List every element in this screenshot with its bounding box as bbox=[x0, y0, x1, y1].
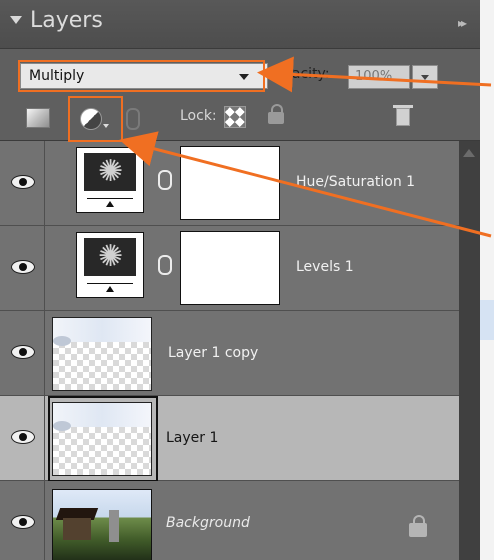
layer-name: Layer 1 copy bbox=[168, 345, 259, 361]
eye-icon[interactable] bbox=[11, 515, 35, 529]
scroll-up-icon[interactable] bbox=[463, 149, 475, 157]
trash-icon[interactable] bbox=[393, 105, 413, 126]
layer-name: Hue/Saturation 1 bbox=[296, 174, 416, 190]
opacity-field[interactable]: 100% bbox=[348, 65, 410, 89]
lock-icon bbox=[409, 515, 427, 537]
adjustment-thumbnail: ✺ bbox=[76, 232, 144, 298]
layers-panel-screenshot: Layers ▸▸ Multiply Opacity: 100% Lock: ✺… bbox=[0, 0, 494, 560]
chain-link-icon[interactable] bbox=[158, 170, 172, 190]
cloud-shade bbox=[53, 421, 71, 431]
annotation-box-adjustment-button bbox=[68, 96, 123, 142]
lock-transparent-icon[interactable] bbox=[224, 106, 246, 128]
layer-row-layer-1-copy[interactable]: Layer 1 copy bbox=[0, 311, 459, 396]
eye-icon[interactable] bbox=[11, 260, 35, 274]
lock-all-icon[interactable] bbox=[268, 104, 284, 124]
eye-icon[interactable] bbox=[11, 175, 35, 189]
slider-line bbox=[87, 198, 133, 199]
background-canvas-strip bbox=[480, 0, 494, 560]
layers-list: ✺ Hue/Saturation 1 ✺ Levels 1 Layer 1 co… bbox=[0, 141, 459, 560]
panel-titlebar: Layers ▸▸ bbox=[0, 0, 480, 49]
slider-line bbox=[87, 283, 133, 284]
gear-icon: ✺ bbox=[84, 153, 136, 191]
lock-label: Lock: bbox=[180, 108, 217, 124]
collapse-triangle-icon[interactable] bbox=[10, 16, 22, 24]
adjustment-thumbnail: ✺ bbox=[76, 147, 144, 213]
layer-row-layer-1[interactable]: Layer 1 bbox=[0, 396, 459, 482]
annotation-box-blend-mode bbox=[18, 60, 265, 92]
visibility-cell bbox=[0, 396, 45, 480]
eye-icon[interactable] bbox=[11, 430, 35, 444]
layer-name: Background bbox=[166, 515, 250, 531]
slider-marker bbox=[106, 286, 114, 292]
layer-name: Levels 1 bbox=[296, 259, 354, 275]
panel-menu-icon[interactable]: ▸▸ bbox=[458, 16, 467, 30]
layer-mask-thumbnail bbox=[180, 231, 280, 305]
layer-name: Layer 1 bbox=[166, 430, 219, 446]
canvas-highlight-strip bbox=[480, 300, 494, 340]
layer-row-background[interactable]: Background bbox=[0, 481, 459, 560]
visibility-cell bbox=[0, 481, 45, 560]
layer-thumbnail bbox=[52, 402, 152, 476]
opacity-label: Opacity: bbox=[272, 66, 330, 82]
cloud-shade bbox=[53, 336, 71, 346]
gear-icon: ✺ bbox=[84, 238, 136, 276]
slider-marker bbox=[106, 201, 114, 207]
layer-mask-thumbnail bbox=[180, 146, 280, 220]
layer-thumbnail bbox=[52, 317, 152, 391]
visibility-cell bbox=[0, 226, 45, 310]
eye-icon[interactable] bbox=[11, 345, 35, 359]
new-layer-icon[interactable] bbox=[26, 108, 50, 128]
house-shape bbox=[63, 518, 91, 540]
link-icon[interactable] bbox=[126, 108, 140, 130]
background-thumbnail bbox=[52, 489, 152, 560]
layer-row-levels[interactable]: ✺ Levels 1 bbox=[0, 226, 459, 311]
panel-title: Layers bbox=[30, 8, 103, 33]
opacity-value: 100% bbox=[355, 69, 393, 84]
chain-link-icon[interactable] bbox=[158, 255, 172, 275]
opacity-dropdown-button[interactable] bbox=[412, 65, 438, 89]
visibility-cell bbox=[0, 311, 45, 395]
tower-shape bbox=[109, 510, 119, 542]
visibility-cell bbox=[0, 141, 45, 225]
vertical-scrollbar[interactable] bbox=[459, 141, 480, 560]
layer-row-hue-saturation[interactable]: ✺ Hue/Saturation 1 bbox=[0, 141, 459, 226]
